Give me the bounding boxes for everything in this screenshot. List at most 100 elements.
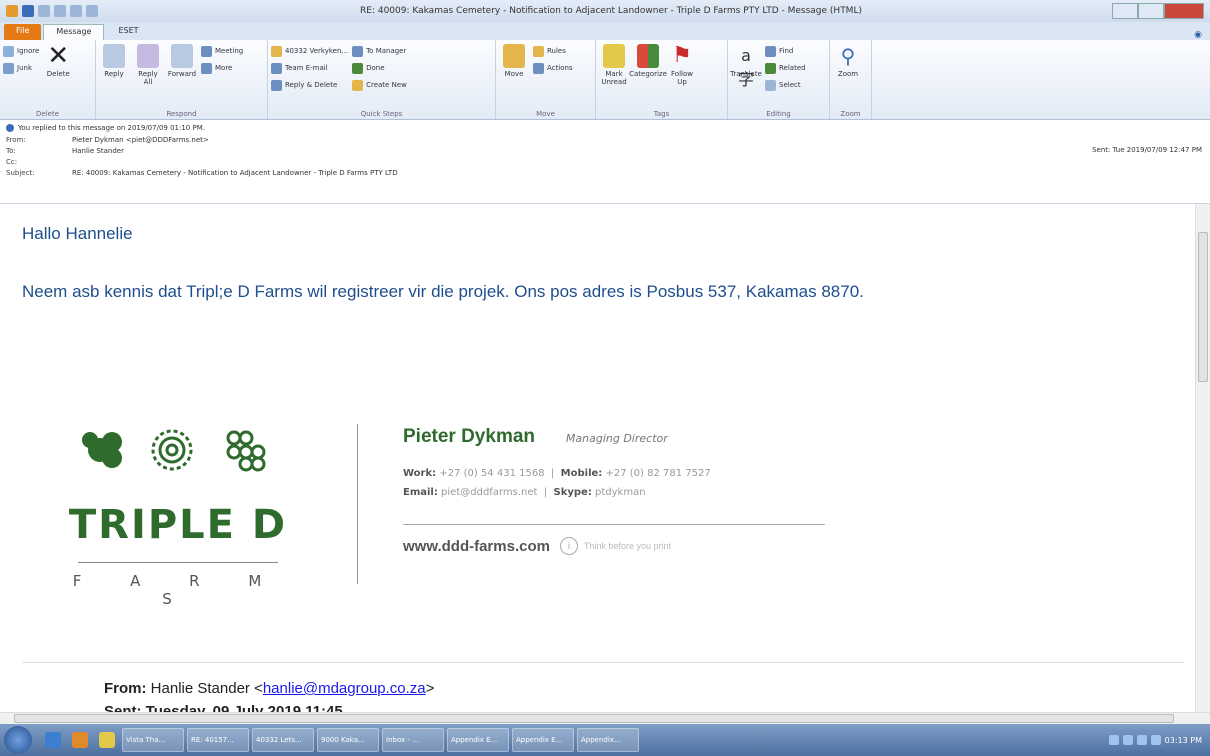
help-icon[interactable]: ◉: [1194, 30, 1202, 40]
minimize-button[interactable]: [1112, 3, 1138, 19]
related-button[interactable]: Related: [765, 61, 806, 75]
close-button[interactable]: [1164, 3, 1204, 19]
logo-subtext: F A R M S: [72, 572, 284, 608]
folder-icon: [271, 45, 282, 57]
group-quick-steps: 40332 Verkyken... Team E-mail Reply & De…: [268, 40, 496, 119]
select-button[interactable]: Select: [765, 78, 806, 92]
reply-all-icon: [137, 44, 159, 68]
flag-icon: ⚑: [672, 43, 692, 68]
grapes-icon: [226, 430, 266, 472]
vertical-scroll-thumb[interactable]: [1198, 232, 1208, 382]
window-controls: [1112, 3, 1204, 19]
taskbar-item-5[interactable]: Inbox - ...: [382, 728, 444, 752]
group-zoom: ⚲ Zoom Zoom: [830, 40, 872, 119]
undo-icon[interactable]: [38, 5, 50, 17]
media-player-icon[interactable]: [72, 732, 88, 748]
follow-up-button[interactable]: ⚑ Follow Up: [667, 43, 697, 87]
down-arrow-icon[interactable]: [86, 5, 98, 17]
tab-file[interactable]: File: [4, 24, 42, 40]
grape-leaf-icon: [82, 432, 122, 468]
info-icon: [6, 124, 14, 132]
taskbar-item-3[interactable]: 40332 Lets...: [252, 728, 314, 752]
translate-button[interactable]: a字 Translate: [730, 44, 762, 89]
check-icon: [352, 62, 364, 74]
horizontal-scroll-thumb[interactable]: [14, 714, 1174, 723]
find-icon: [765, 45, 776, 57]
categorize-button[interactable]: Categorize: [629, 44, 667, 78]
logo-divider: [78, 562, 278, 563]
from-value[interactable]: Pieter Dykman <piet@DDDFarms.net>: [72, 136, 209, 144]
maximize-button[interactable]: [1138, 3, 1164, 19]
envelope-icon: [603, 44, 625, 68]
zoom-button[interactable]: ⚲ Zoom: [833, 44, 863, 78]
system-tray: 03:13 PM: [1108, 735, 1210, 745]
quick-step-4[interactable]: Done: [352, 61, 407, 75]
message-body[interactable]: Hallo Hannelie Neem asb kennis dat Tripl…: [0, 204, 1195, 712]
taskbar-item-1[interactable]: Vista Tha...: [122, 728, 184, 752]
tray-icon[interactable]: [1122, 735, 1133, 745]
redo-icon[interactable]: [54, 5, 66, 17]
window-title: RE: 40009: Kakamas Cemetery - Notificati…: [360, 6, 862, 16]
group-delete: Ignore Junk ✕ Delete Delete: [0, 40, 96, 119]
clock[interactable]: 03:13 PM: [1165, 736, 1202, 745]
horizontal-scrollbar[interactable]: [0, 712, 1210, 724]
quick-step-6[interactable]: Create New: [352, 78, 407, 92]
explorer-icon[interactable]: [99, 732, 115, 748]
signature-email[interactable]: piet@dddfarms.net: [441, 487, 537, 498]
select-icon: [765, 79, 776, 91]
actions-button[interactable]: Actions: [533, 61, 573, 75]
network-icon[interactable]: [1150, 735, 1161, 745]
junk-button[interactable]: Junk: [3, 61, 39, 75]
vertical-scrollbar[interactable]: [1195, 204, 1210, 712]
rules-icon: [533, 45, 544, 57]
signature: Pieter Dykman Managing Director Work: +2…: [403, 426, 825, 555]
quoted-sent: Sent: Tuesday, 09 July 2019 11:45: [104, 703, 343, 712]
lightning-icon: [352, 79, 364, 91]
group-tags: Mark Unread Categorize ⚑ Follow Up Tags: [596, 40, 728, 119]
taskbar-item-4[interactable]: 9000 Kaka...: [317, 728, 379, 752]
forward-button[interactable]: Forward: [167, 44, 197, 78]
tab-eset[interactable]: ESET: [106, 24, 150, 40]
reply-all-button[interactable]: Reply All: [133, 44, 163, 86]
team-icon: [271, 62, 282, 74]
taskbar-item-8[interactable]: Appendix...: [577, 728, 639, 752]
tray-icon[interactable]: [1108, 735, 1119, 745]
rules-button[interactable]: Rules: [533, 44, 573, 58]
signature-website: www.ddd-farms.com i Think before you prin…: [403, 537, 823, 555]
ie-icon[interactable]: [45, 732, 61, 748]
taskbar-item-7[interactable]: Appendix E...: [512, 728, 574, 752]
taskbar-item-6[interactable]: Appendix E...: [447, 728, 509, 752]
outlook-window: RE: 40009: Kakamas Cemetery - Notificati…: [0, 0, 1210, 756]
mark-unread-button[interactable]: Mark Unread: [599, 44, 629, 86]
save-icon[interactable]: [22, 5, 34, 17]
find-button[interactable]: Find: [765, 44, 806, 58]
tab-message[interactable]: Message: [43, 24, 105, 40]
sun-icon: [151, 429, 193, 471]
to-value[interactable]: Hanlie Stander: [72, 147, 124, 155]
start-button[interactable]: [4, 726, 32, 754]
up-arrow-icon[interactable]: [70, 5, 82, 17]
quick-step-5[interactable]: Reply & Delete: [271, 78, 348, 92]
move-icon: [503, 44, 525, 68]
quoted-email-link[interactable]: hanlie@mdagroup.co.za: [263, 680, 426, 697]
quick-step-3[interactable]: Team E-mail: [271, 61, 348, 75]
move-button[interactable]: Move: [499, 44, 529, 78]
delete-button[interactable]: ✕ Delete: [43, 41, 73, 78]
ribbon: Ignore Junk ✕ Delete Delete Reply Reply A…: [0, 40, 1210, 120]
delete-icon: ✕: [47, 41, 70, 71]
volume-icon[interactable]: [1136, 735, 1147, 745]
group-move: Move Rules Actions Move: [496, 40, 596, 119]
website-link[interactable]: www.ddd-farms.com: [403, 538, 550, 555]
meeting-button[interactable]: Meeting: [201, 44, 243, 58]
more-button[interactable]: More: [201, 61, 243, 75]
body-paragraph: Neem asb kennis dat Tripl;e D Farms wil …: [22, 282, 864, 301]
signature-divider: [357, 424, 358, 584]
subject-value: RE: 40009: Kakamas Cemetery - Notificati…: [72, 168, 398, 177]
quote-divider: [22, 662, 1184, 663]
taskbar-item-2[interactable]: RE: 40157...: [187, 728, 249, 752]
quick-step-2[interactable]: To Manager: [352, 44, 407, 58]
reply-button[interactable]: Reply: [99, 44, 129, 78]
quick-step-1[interactable]: 40332 Verkyken...: [271, 44, 348, 58]
ignore-button[interactable]: Ignore: [3, 44, 39, 58]
info-circle-icon: i: [559, 537, 578, 555]
